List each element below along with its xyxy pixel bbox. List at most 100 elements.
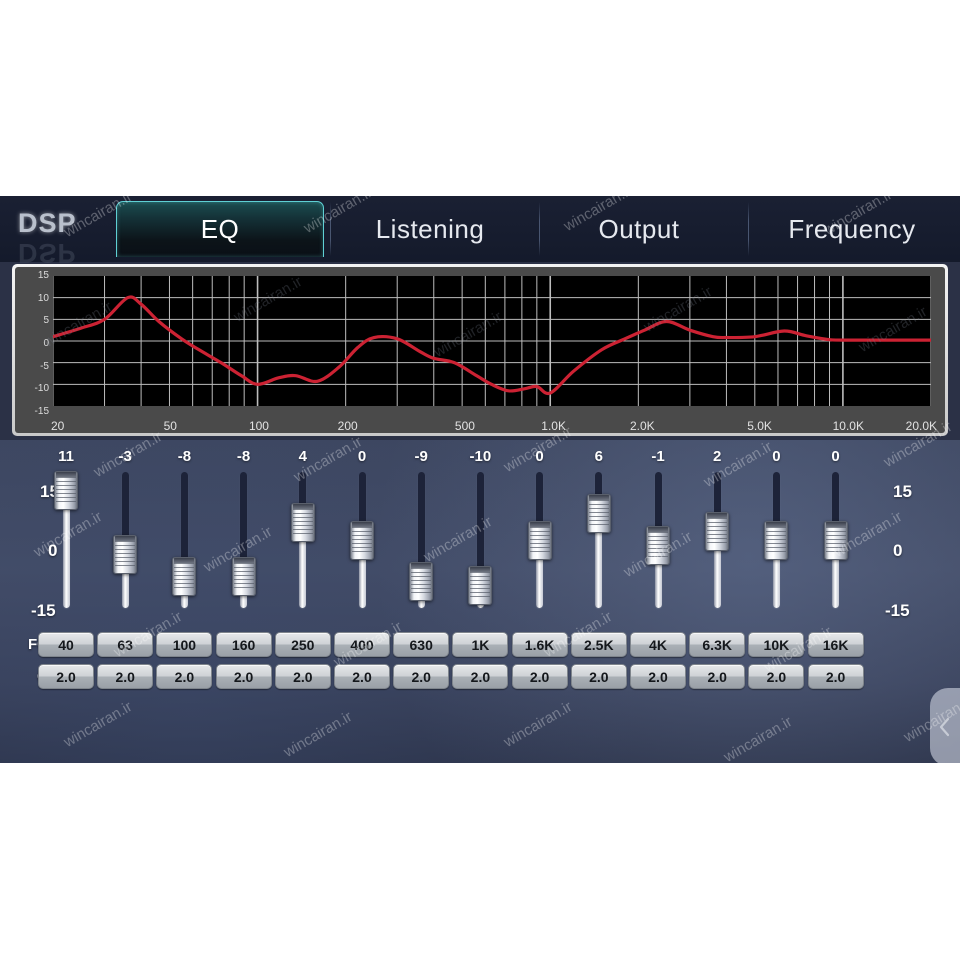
band-slider-thumb[interactable] bbox=[409, 561, 434, 601]
band-q-chip[interactable]: 2.0 bbox=[570, 664, 627, 689]
band-slider-thumb[interactable] bbox=[290, 502, 315, 542]
band-slider-thumb[interactable] bbox=[172, 557, 197, 597]
dsp-logo: DSP DSP bbox=[18, 208, 114, 268]
band-fc-value: 40 bbox=[58, 636, 74, 653]
band-fc-value: 63 bbox=[117, 636, 133, 653]
band-q-chip[interactable]: 2.0 bbox=[215, 664, 272, 689]
band-gain-value: 11 bbox=[58, 448, 74, 465]
band-fc-value: 1.6K bbox=[524, 636, 555, 653]
dsp-logo-text: DSP bbox=[18, 208, 77, 238]
band-fc-chip[interactable]: 250 bbox=[274, 632, 331, 657]
band-gain-value: 2 bbox=[713, 448, 722, 465]
eq-band-4: -8 bbox=[215, 440, 273, 640]
band-q-chip[interactable]: 2.0 bbox=[807, 664, 864, 689]
band-slider-track[interactable] bbox=[595, 472, 603, 608]
band-fc-chip[interactable]: 4K bbox=[630, 632, 686, 657]
band-fc-value: 6.3K bbox=[702, 636, 732, 653]
graph-y-tick-label: 15 bbox=[37, 270, 49, 281]
band-q-chip[interactable]: 2.0 bbox=[689, 664, 746, 689]
band-slider-thumb[interactable] bbox=[231, 557, 256, 597]
band-fc-chip[interactable]: 1K bbox=[452, 632, 509, 657]
band-fc-chip[interactable]: 16K bbox=[807, 632, 864, 657]
eq-band-12: 2 bbox=[688, 440, 746, 640]
graph-x-tick-label: 500 bbox=[454, 419, 475, 433]
band-slider-thumb[interactable] bbox=[646, 525, 670, 565]
dsp-eq-app: DSP DSP EQ Listening Output Frequency 15… bbox=[0, 196, 960, 763]
tab-frequency-label: Frequency bbox=[788, 213, 916, 244]
band-fc-value: 2.5K bbox=[584, 636, 614, 653]
band-slider-thumb[interactable] bbox=[586, 493, 611, 533]
band-q-chip[interactable]: 2.0 bbox=[748, 664, 805, 689]
eq-band-3: -8 bbox=[155, 440, 213, 640]
band-fc-chip[interactable]: 100 bbox=[156, 632, 213, 657]
band-fc-chip[interactable]: 160 bbox=[215, 632, 272, 657]
band-fc-chip[interactable]: 40 bbox=[38, 632, 94, 657]
band-fc-chip[interactable]: 630 bbox=[393, 632, 450, 657]
band-fc-chip[interactable]: 2.5K bbox=[570, 632, 627, 657]
band-q-value: 2.0 bbox=[56, 668, 76, 685]
graph-inner-bezel: 15 10 5 0 -5 -10 -15 20 50 100 200 500 1.0K 2.0K 5.0K… bbox=[15, 267, 945, 433]
band-slider-thumb[interactable] bbox=[54, 471, 78, 511]
band-q-chip[interactable]: 2.0 bbox=[38, 664, 94, 689]
tab-bar: DSP DSP EQ Listening Output Frequency bbox=[0, 196, 960, 268]
band-fc-chip[interactable]: 63 bbox=[97, 632, 154, 657]
band-q-value: 2.0 bbox=[174, 668, 195, 685]
band-gain-value: 0 bbox=[357, 448, 367, 465]
band-gain-value: 0 bbox=[831, 448, 840, 465]
band-q-chip[interactable]: 2.0 bbox=[156, 664, 213, 689]
eq-band-1: 11 bbox=[37, 440, 95, 640]
band-q-chip[interactable]: 2.0 bbox=[274, 664, 331, 689]
graph-x-tick-label: 5.0K bbox=[747, 419, 772, 433]
band-fc-value: 1K bbox=[471, 636, 490, 653]
band-q-chip[interactable]: 2.0 bbox=[630, 664, 686, 689]
tab-output-label: Output bbox=[598, 213, 680, 244]
band-fc-chip[interactable]: 6.3K bbox=[689, 632, 746, 657]
band-slider-thumb[interactable] bbox=[113, 534, 138, 574]
band-q-value: 2.0 bbox=[707, 668, 727, 685]
graph-y-tick-label: -5 bbox=[40, 360, 49, 372]
graph-y-tick-label: -15 bbox=[34, 406, 49, 417]
band-slider-thumb[interactable] bbox=[350, 521, 374, 560]
band-gain-value: 6 bbox=[594, 448, 603, 465]
band-slider-thumb[interactable] bbox=[468, 566, 493, 606]
eq-band-2: -3 bbox=[96, 440, 154, 640]
graph-y-tick-label: 0 bbox=[43, 338, 49, 349]
band-q-chip[interactable]: 2.0 bbox=[452, 664, 509, 689]
band-q-chip[interactable]: 2.0 bbox=[511, 664, 568, 689]
band-gain-value: 0 bbox=[535, 448, 544, 465]
tab-listening-label: Listening bbox=[375, 213, 485, 244]
band-q-value: 2.0 bbox=[589, 668, 609, 685]
scale-top-right: 15 bbox=[893, 482, 912, 501]
band-gain-value: -9 bbox=[414, 448, 428, 465]
eq-band-10: 6 bbox=[570, 440, 628, 640]
eq-band-13: 0 bbox=[747, 440, 805, 640]
band-fc-value: 250 bbox=[291, 636, 315, 653]
eq-response-graph[interactable]: 15 10 5 0 -5 -10 -15 20 50 100 200 500 1.0K 2.0K 5.0K… bbox=[12, 264, 948, 436]
band-fc-chip[interactable]: 1.6K bbox=[511, 632, 568, 657]
band-fc-chip[interactable]: 10K bbox=[748, 632, 805, 657]
band-q-value: 2.0 bbox=[293, 668, 313, 685]
band-q-chip[interactable]: 2.0 bbox=[393, 664, 450, 689]
band-fc-value: 100 bbox=[172, 636, 197, 653]
band-slider-thumb[interactable] bbox=[823, 521, 848, 560]
graph-y-tick-label: -10 bbox=[34, 383, 49, 395]
scale-bottom-right: -15 bbox=[885, 601, 910, 620]
tab-output[interactable]: Output bbox=[540, 196, 738, 262]
panel-collapse-handle[interactable] bbox=[930, 688, 960, 763]
band-slider-thumb[interactable] bbox=[764, 521, 789, 560]
tab-frequency[interactable]: Frequency bbox=[749, 196, 955, 262]
tab-eq-label: EQ bbox=[200, 214, 240, 244]
band-q-chip[interactable]: 2.0 bbox=[334, 664, 390, 689]
band-q-value: 2.0 bbox=[766, 668, 787, 685]
band-q-chip[interactable]: 2.0 bbox=[97, 664, 154, 689]
band-fc-chip[interactable]: 400 bbox=[334, 632, 390, 657]
eq-band-7: -9 bbox=[392, 440, 450, 640]
band-gain-value: -3 bbox=[118, 448, 132, 465]
band-slider-thumb[interactable] bbox=[527, 521, 552, 560]
graph-plot-area bbox=[53, 276, 931, 406]
equalizer-slider-panel: 15 0 -15 15 0 -15 11 -3 -8 -8 4 0 -9 -10 0 6 -1 2 0 0… bbox=[0, 440, 960, 763]
tab-eq[interactable]: EQ bbox=[116, 201, 324, 257]
graph-x-tick-label: 20 bbox=[51, 419, 65, 433]
band-slider-thumb[interactable] bbox=[705, 511, 730, 551]
tab-listening[interactable]: Listening bbox=[331, 196, 529, 262]
